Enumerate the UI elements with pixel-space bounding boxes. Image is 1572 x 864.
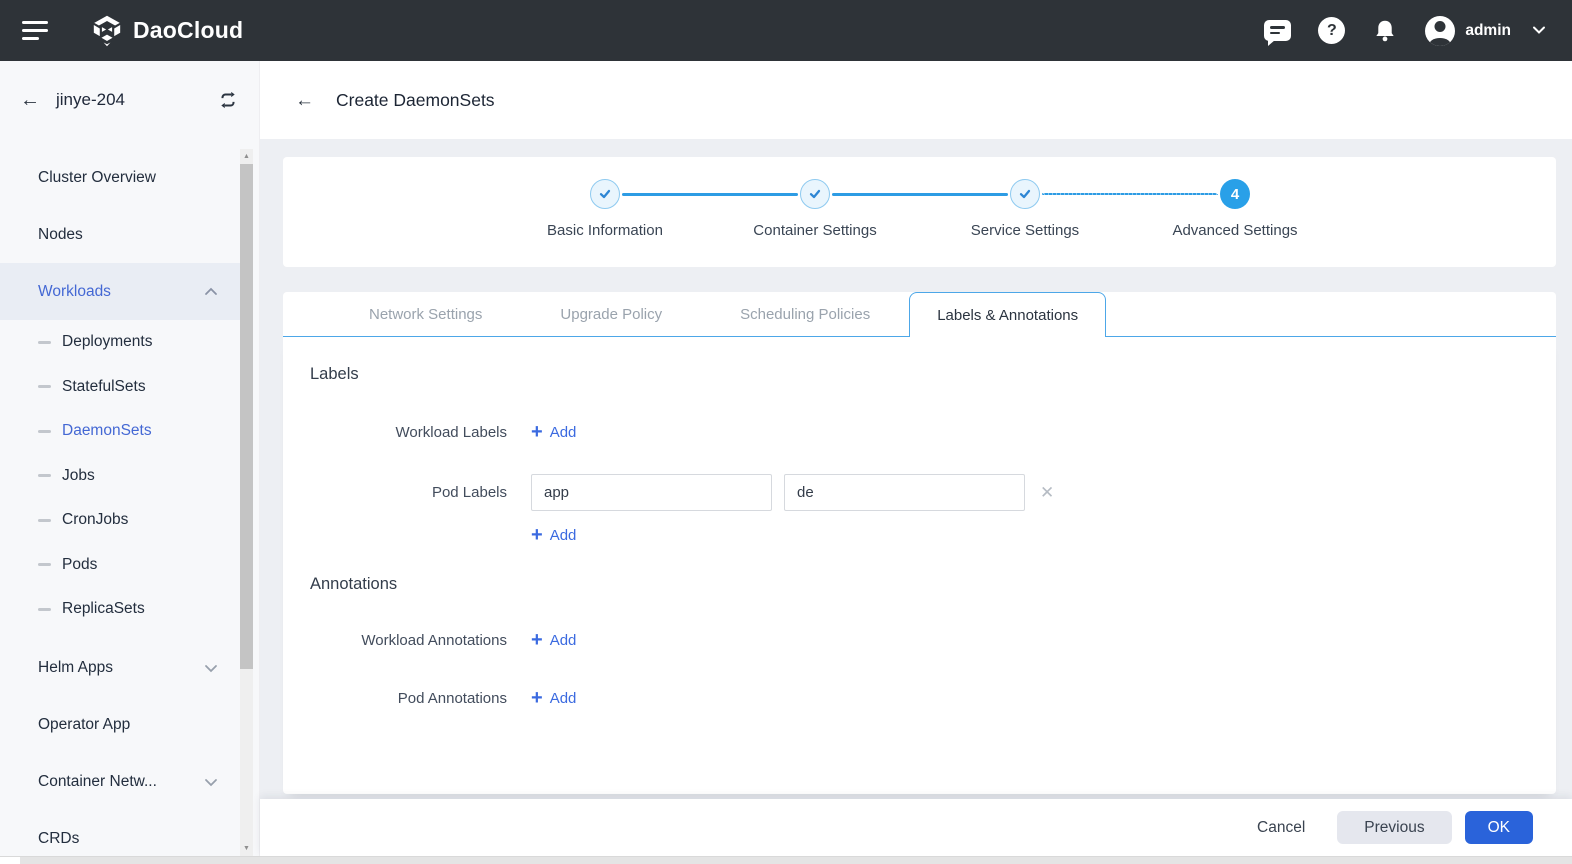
workload-labels-label: Workload Labels — [395, 423, 507, 441]
add-workload-annotation-button[interactable]: + Add — [531, 630, 576, 650]
ok-button[interactable]: OK — [1464, 811, 1533, 844]
step-check-icon — [1010, 179, 1040, 209]
sidebar-back-icon[interactable]: ← — [20, 90, 40, 110]
pod-annotations-label: Pod Annotations — [397, 689, 507, 707]
main-area: ← Create DaemonSets Basic Information Co… — [260, 61, 1572, 864]
scroll-down-icon[interactable]: ▼ — [240, 841, 253, 856]
username[interactable]: admin — [1465, 22, 1511, 40]
step-advanced-settings[interactable]: 4 Advanced Settings — [1130, 157, 1340, 239]
sidebar-menu: Cluster Overview Nodes Workloads Deploym… — [0, 149, 240, 864]
chevron-up-icon — [204, 287, 218, 296]
previous-button[interactable]: Previous — [1337, 811, 1452, 844]
sidebar-item-nodes[interactable]: Nodes — [0, 206, 240, 263]
sidebar-item-statefulsets[interactable]: StatefulSets — [0, 365, 240, 410]
step-check-icon — [590, 179, 620, 209]
step-container-settings[interactable]: Container Settings — [710, 157, 920, 239]
pod-label-value-input[interactable] — [784, 474, 1025, 511]
horizontal-scrollbar[interactable] — [0, 856, 1572, 864]
cluster-name: jinye-204 — [56, 90, 125, 109]
pod-annotations-row: Pod Annotations + Add — [283, 688, 1556, 708]
pod-label-key-input[interactable] — [531, 474, 772, 511]
user-avatar[interactable] — [1425, 15, 1456, 46]
step-basic-information[interactable]: Basic Information — [500, 157, 710, 239]
chevron-down-icon[interactable] — [1532, 22, 1546, 40]
sidebar-item-pods[interactable]: Pods — [0, 543, 240, 588]
brand-name: DaoCloud — [133, 17, 244, 43]
pod-labels-row: Pod Labels ✕ — [283, 474, 1556, 511]
sidebar: ← jinye-204 Cluster Overview Nodes Workl… — [0, 61, 260, 864]
plus-icon: + — [531, 524, 543, 546]
labels-heading: Labels — [310, 365, 359, 383]
add-pod-annotation-button[interactable]: + Add — [531, 688, 576, 708]
sidebar-item-operator-app[interactable]: Operator App — [0, 697, 240, 754]
menu-icon[interactable] — [22, 16, 48, 45]
sidebar-item-deployments[interactable]: Deployments — [0, 320, 240, 365]
workload-labels-row: Workload Labels + Add — [283, 422, 1556, 442]
tab-network-settings[interactable]: Network Settings — [330, 292, 521, 337]
add-pod-label-row: + Add — [283, 525, 1556, 545]
chevron-down-icon — [204, 778, 218, 787]
switch-cluster-icon[interactable] — [217, 89, 239, 111]
sidebar-item-container-network[interactable]: Container Netw... — [0, 754, 240, 811]
chat-icon[interactable] — [1264, 20, 1292, 46]
dash-icon — [38, 340, 51, 344]
plus-icon: + — [531, 629, 543, 651]
sidebar-item-daemonsets[interactable]: DaemonSets — [0, 409, 240, 454]
bell-icon[interactable] — [1372, 18, 1398, 44]
topbar: DaoCloud ? admin — [0, 0, 1572, 61]
step-number: 4 — [1220, 179, 1250, 209]
remove-pod-label-icon[interactable]: ✕ — [1040, 483, 1054, 503]
sidebar-item-helm-apps[interactable]: Helm Apps — [0, 640, 240, 697]
tab-labels-annotations[interactable]: Labels & Annotations — [909, 292, 1107, 337]
tab-upgrade-policy[interactable]: Upgrade Policy — [521, 292, 701, 337]
sidebar-item-jobs[interactable]: Jobs — [0, 454, 240, 499]
page-title: Create DaemonSets — [336, 89, 495, 110]
scrollbar-thumb[interactable] — [240, 164, 253, 669]
dash-icon — [38, 607, 51, 611]
sidebar-header: ← jinye-204 — [0, 61, 259, 139]
dash-icon — [38, 429, 51, 433]
scroll-up-icon[interactable]: ▲ — [240, 149, 253, 164]
dash-icon — [38, 474, 51, 478]
brand-logo[interactable]: DaoCloud — [90, 14, 243, 48]
dash-icon — [38, 518, 51, 522]
sidebar-item-cluster-overview[interactable]: Cluster Overview — [0, 149, 240, 206]
add-workload-label-button[interactable]: + Add — [531, 422, 576, 442]
page-back-icon[interactable]: ← — [295, 91, 314, 110]
add-pod-label-button[interactable]: + Add — [531, 525, 576, 545]
plus-icon: + — [531, 687, 543, 709]
sidebar-item-replicasets[interactable]: ReplicaSets — [0, 587, 240, 632]
dash-icon — [38, 563, 51, 567]
wizard-footer: Cancel Previous OK — [260, 799, 1572, 856]
pod-labels-label: Pod Labels — [431, 484, 507, 501]
cancel-button[interactable]: Cancel — [1251, 811, 1311, 844]
help-icon[interactable]: ? — [1318, 17, 1346, 44]
annotations-heading: Annotations — [310, 575, 398, 593]
dash-icon — [38, 385, 51, 389]
sidebar-item-workloads[interactable]: Workloads — [0, 263, 240, 320]
horizontal-scrollbar-thumb[interactable] — [20, 857, 1572, 864]
plus-icon: + — [531, 421, 543, 443]
step-service-settings[interactable]: Service Settings — [920, 157, 1130, 239]
workload-annotations-row: Workload Annotations + Add — [283, 630, 1556, 650]
labels-annotations-panel: Labels Workload Labels + Add Pod Labels — [283, 337, 1556, 794]
tab-scheduling-policies[interactable]: Scheduling Policies — [701, 292, 909, 337]
page-header: ← Create DaemonSets — [260, 61, 1572, 139]
wizard-stepper: Basic Information Container Settings Ser… — [283, 157, 1556, 267]
step-check-icon — [800, 179, 830, 209]
chevron-down-icon — [204, 664, 218, 673]
sidebar-scrollbar[interactable]: ▲ ▼ — [240, 149, 253, 856]
sidebar-item-cronjobs[interactable]: CronJobs — [0, 498, 240, 543]
workload-annotations-label: Workload Annotations — [361, 631, 507, 649]
daocloud-cube-icon — [90, 14, 124, 48]
tab-bar: Network Settings Upgrade Policy Scheduli… — [283, 292, 1556, 337]
